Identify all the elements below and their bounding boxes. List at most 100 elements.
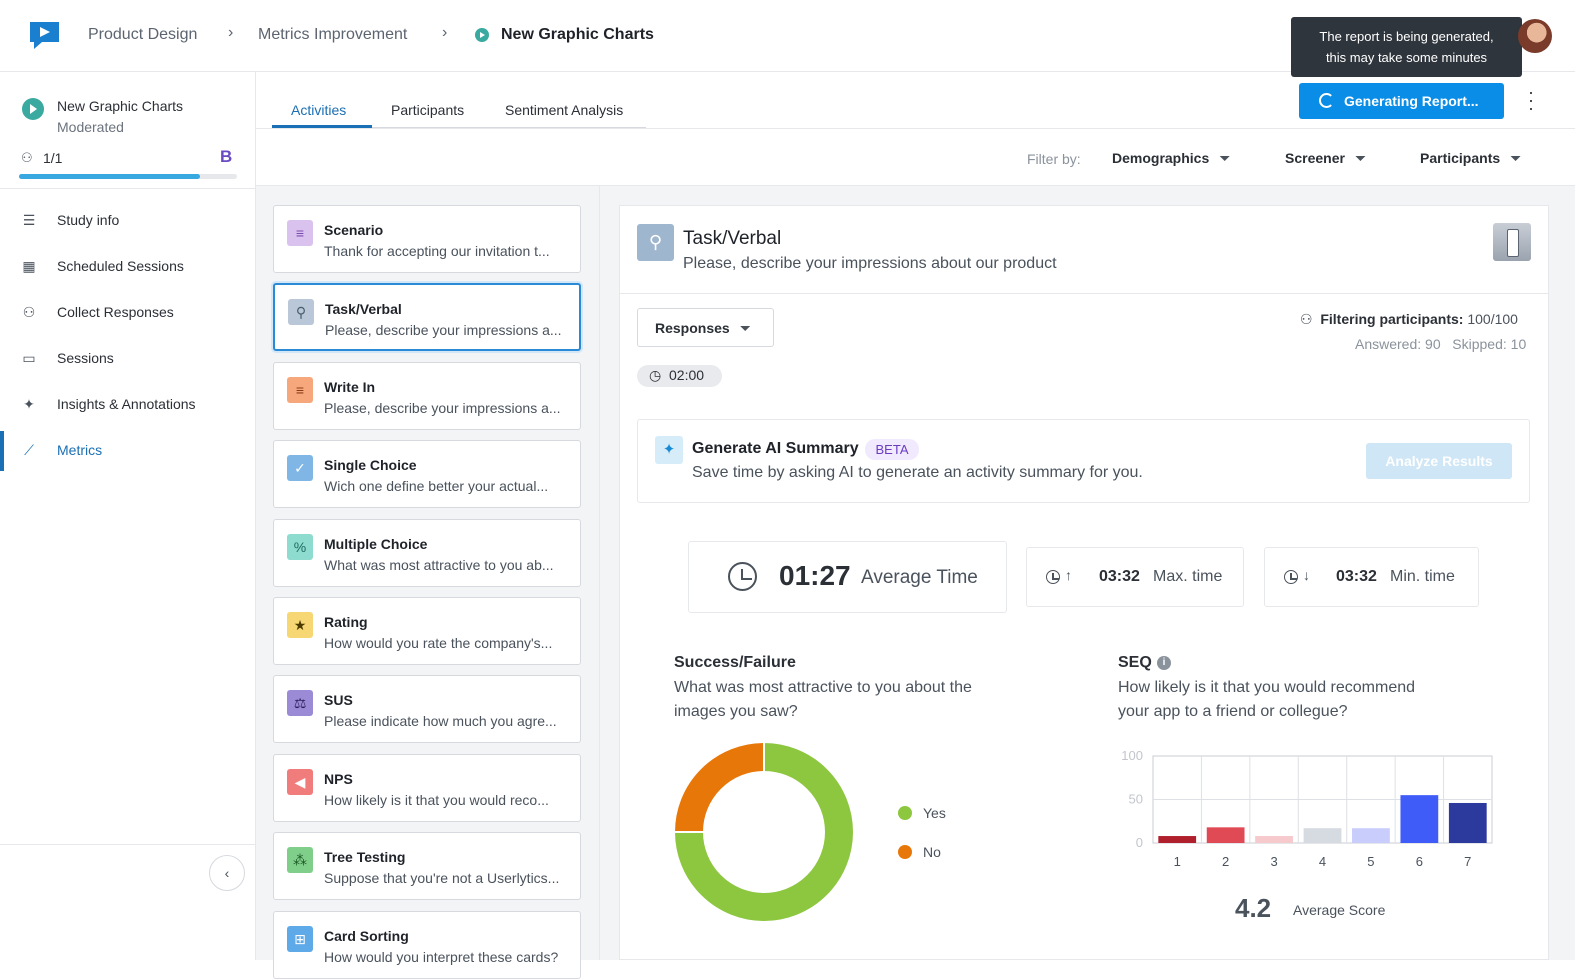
panel-title: Task/Verbal — [683, 228, 782, 249]
donut-slice-no — [673, 741, 765, 833]
filter-screener[interactable]: Screener ⏷ — [1285, 150, 1366, 167]
activity-type-icon: ✓ — [287, 455, 313, 482]
activity-type-icon: ≡ — [287, 220, 313, 246]
collapse-sidebar-button[interactable]: ‹ — [209, 855, 245, 891]
filter-participants[interactable]: Participants ⏷ — [1420, 150, 1521, 167]
activity-card[interactable]: ⚖ SUS Please indicate how much you agre... — [273, 675, 581, 744]
study-type: Moderated — [57, 119, 124, 135]
divider — [0, 844, 256, 845]
activity-title: Tree Testing — [324, 849, 406, 866]
participants-icon: ⚇ — [21, 150, 33, 165]
activity-description: Suppose that you're not a Userlytics... — [324, 870, 560, 887]
activity-description: How likely is it that you would reco... — [324, 791, 549, 808]
activity-title: Multiple Choice — [324, 535, 428, 552]
time-limit-badge: ◷ 02:00 — [637, 365, 722, 387]
legend-no-marker — [898, 845, 912, 859]
x-tick-label: 1 — [1174, 854, 1181, 869]
success-failure-question: What was most attractive to you about th… — [674, 676, 972, 724]
activity-title: Task/Verbal — [325, 301, 402, 318]
generating-report-label: Generating Report... — [1344, 93, 1479, 109]
filter-demographics[interactable]: Demographics ⏷ — [1112, 150, 1230, 167]
device-thumbnail[interactable] — [1493, 223, 1531, 261]
chart-line-icon: ⟋ — [24, 442, 34, 458]
activity-card[interactable]: ⁂ Tree Testing Suppose that you're not a U… — [273, 832, 581, 901]
seq-question: How likely is it that you would recommen… — [1118, 676, 1415, 724]
user-avatar[interactable] — [1518, 19, 1552, 53]
tab-sentiment-analysis[interactable]: Sentiment Analysis — [505, 102, 623, 118]
sidebar-item-scheduled-sessions[interactable]: ▦ Scheduled Sessions — [0, 247, 256, 287]
sidebar-item-collect-responses[interactable]: ⚇ Collect Responses — [0, 293, 256, 333]
filter-bar — [256, 129, 1575, 186]
tab-participants[interactable]: Participants — [391, 102, 464, 118]
spinner-icon — [1319, 93, 1334, 108]
activity-type-icon: ★ — [287, 612, 313, 638]
tab-activities[interactable]: Activities — [291, 102, 346, 118]
activity-card[interactable]: ≡ Scenario Thank for accepting our invitat… — [273, 205, 581, 273]
seq-bar-chart: 0 50 100 1 2 3 4 5 6 7 — [1121, 748, 1493, 869]
activity-description: Please, describe your impressions a... — [324, 399, 561, 416]
x-tick-label: 3 — [1270, 854, 1277, 869]
answered-skipped: Answered: 90 Skipped: 10 — [1355, 336, 1526, 352]
funnel-icon: ⏷ — [1510, 150, 1522, 166]
activity-description: Wich one define better your actual... — [324, 478, 549, 495]
activity-type-icon: ⚖ — [287, 690, 313, 717]
funnel-icon: ⏷ — [1219, 150, 1231, 166]
generating-report-button[interactable]: Generating Report... — [1299, 83, 1504, 119]
activity-card[interactable]: ★ Rating How would you rate the company's.… — [273, 597, 581, 665]
ai-summary-title: Generate AI Summary — [692, 440, 859, 457]
activity-description: How would you interpret these cards? — [324, 948, 559, 965]
seq-title: SEQ — [1118, 654, 1152, 671]
sidebar-item-label: Insights & Annotations — [57, 396, 196, 412]
average-time-label: Average Time — [861, 567, 978, 588]
sidebar-item-metrics[interactable]: ⟋ Metrics — [0, 431, 256, 471]
activity-card[interactable]: ⊞ Card Sorting How would you interpret the… — [273, 910, 581, 979]
breadcrumb-current: New Graphic Charts — [501, 26, 654, 43]
activity-card[interactable]: % Multiple Choice What was most attractive… — [273, 518, 581, 587]
activity-card[interactable]: ✓ Single Choice Wich one define better you… — [273, 440, 581, 509]
info-icon[interactable]: i — [1157, 656, 1171, 670]
beta-badge: BETA — [865, 439, 919, 460]
logo-icon[interactable] — [28, 20, 61, 50]
tooltip-line-1: The report is being generated, — [1319, 29, 1494, 44]
legend-no-label: No — [923, 844, 941, 860]
bar-2 — [1206, 827, 1245, 843]
analyze-results-button[interactable]: Analyze Results — [1366, 443, 1512, 479]
activity-description: Please, describe your impressions a... — [325, 322, 562, 339]
success-question-line-2: images you saw? — [674, 703, 798, 720]
activity-card[interactable]: ≡ Write In Please, describe your impressio… — [273, 361, 581, 430]
breadcrumb-metrics-improvement[interactable]: Metrics Improvement — [258, 26, 407, 44]
ai-summary-subtitle: Save time by asking AI to generate an ac… — [692, 464, 1143, 481]
panel-subtitle: Please, describe your impressions about … — [683, 255, 1057, 272]
activity-card[interactable]: ⚲ Task/Verbal Please, describe your impres… — [273, 283, 581, 352]
activity-card[interactable]: ◀ NPS How likely is it that you would reco… — [273, 753, 581, 822]
activity-title: NPS — [324, 770, 353, 787]
sidebar-item-insights[interactable]: ✦ Insights & Annotations — [0, 385, 256, 425]
list-icon: ☰ — [22, 212, 36, 228]
activity-title: Scenario — [324, 222, 384, 238]
top-bar: Product Design › Metrics Improvement › N… — [0, 0, 1575, 77]
filter-by-label: Filter by: — [1027, 151, 1081, 167]
breadcrumb-product-design[interactable]: Product Design — [88, 26, 197, 44]
filter-screener-label: Screener — [1285, 150, 1345, 166]
activity-title: Write In — [324, 378, 376, 395]
clock-icon — [728, 562, 757, 591]
bar-3 — [1255, 836, 1293, 843]
arrow-up-icon: ↑ — [1065, 567, 1072, 583]
time-limit-value: 02:00 — [669, 367, 705, 383]
filter-participants-label: Participants — [1420, 150, 1501, 166]
activity-type-icon: ◀ — [287, 768, 313, 795]
sidebar-item-sessions[interactable]: ▭ Sessions — [0, 339, 256, 379]
activity-title: SUS — [324, 692, 353, 709]
responses-filter-button[interactable]: Responses ⏷ — [637, 308, 774, 347]
y-tick-label: 50 — [1129, 792, 1143, 807]
activity-type-icon: ⚲ — [288, 299, 314, 326]
average-score-label: Average Score — [1293, 902, 1386, 918]
video-icon: ▭ — [22, 350, 36, 366]
paperclip-icon: ⚲ — [637, 224, 674, 261]
sparkles-icon: ✦ — [23, 396, 35, 412]
report-tooltip: The report is being generated, this may … — [1291, 17, 1522, 77]
more-options-icon[interactable]: · · · — [1525, 83, 1537, 117]
sidebar-item-study-info[interactable]: ☰ Study info — [0, 201, 256, 241]
sidebar-item-label: Collect Responses — [57, 304, 174, 320]
activity-description: Thank for accepting our invitation t... — [324, 243, 550, 259]
